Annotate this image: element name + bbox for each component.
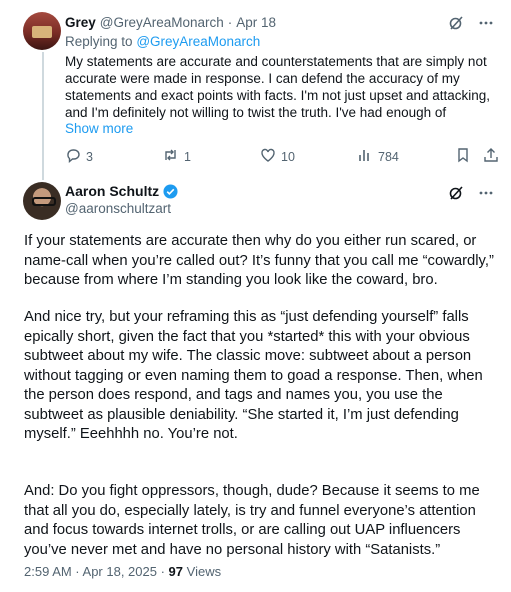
main-tweet: Aaron Schultz @aaronschultzart If your s… — [0, 176, 511, 592]
author-handle[interactable]: @aaronschultzart — [65, 201, 171, 216]
reply-icon — [65, 147, 81, 166]
replying-to: Replying to @GreyAreaMonarch — [65, 34, 260, 49]
author-handle[interactable]: @GreyAreaMonarch — [100, 15, 224, 30]
bookmark-button[interactable] — [455, 147, 471, 166]
tweet-paragraph-2: And nice try, but your reframing this as… — [24, 309, 483, 442]
reply-top-actions — [447, 14, 495, 32]
author-name[interactable]: Aaron Schultz — [65, 183, 159, 199]
share-icon — [483, 147, 499, 166]
share-button[interactable] — [483, 147, 499, 166]
separator-dot: · — [227, 14, 233, 30]
bookmark-icon — [455, 147, 471, 166]
like-count: 10 — [281, 149, 295, 164]
replying-prefix: Replying to — [65, 34, 133, 49]
reply-header: Grey @GreyAreaMonarch · Apr 18 — [65, 13, 276, 31]
replying-to-link[interactable]: @GreyAreaMonarch — [136, 34, 260, 49]
repost-stat[interactable]: 1 — [162, 147, 191, 166]
tweet-paragraph-3: And: Do you fight oppressors, though, du… — [24, 483, 480, 558]
views-stat[interactable]: 784 — [357, 147, 399, 166]
repost-count: 1 — [184, 149, 191, 164]
avatar[interactable] — [23, 182, 61, 220]
reply-count: 3 — [86, 149, 93, 164]
engagement-bar: 3 1 10 784 — [65, 147, 501, 165]
post-date[interactable]: Apr 18 — [236, 15, 276, 30]
main-top-actions — [447, 184, 495, 202]
more-icon[interactable] — [477, 14, 495, 32]
views-count: 784 — [378, 149, 399, 164]
reply-stat[interactable]: 3 — [65, 147, 93, 166]
reply-text: My statements are accurate and counterst… — [65, 54, 491, 120]
reply-tweet[interactable]: Grey @GreyAreaMonarch · Apr 18 Replying … — [0, 0, 511, 180]
views-icon — [357, 147, 373, 166]
verified-icon — [163, 183, 178, 199]
timestamp[interactable]: 2:59 AM · Apr 18, 2025 · — [24, 564, 165, 579]
view-count: 97 — [168, 564, 184, 579]
tweet-meta: 2:59 AM · Apr 18, 2025 · 97 Views — [24, 564, 221, 579]
like-icon — [260, 147, 276, 166]
like-stat[interactable]: 10 — [260, 147, 295, 166]
author-name[interactable]: Grey — [65, 15, 96, 30]
views-label: Views — [186, 564, 222, 579]
more-icon[interactable] — [477, 184, 495, 202]
repost-icon — [162, 147, 179, 166]
main-author-row: Aaron Schultz — [65, 183, 178, 199]
show-more-link[interactable]: Show more — [65, 121, 133, 136]
avatar[interactable] — [23, 12, 61, 50]
thread-line — [42, 52, 44, 180]
tweet-paragraph-1: If your statements are accurate then why… — [24, 233, 494, 288]
grok-icon[interactable] — [447, 14, 465, 32]
grok-icon[interactable] — [447, 184, 465, 202]
